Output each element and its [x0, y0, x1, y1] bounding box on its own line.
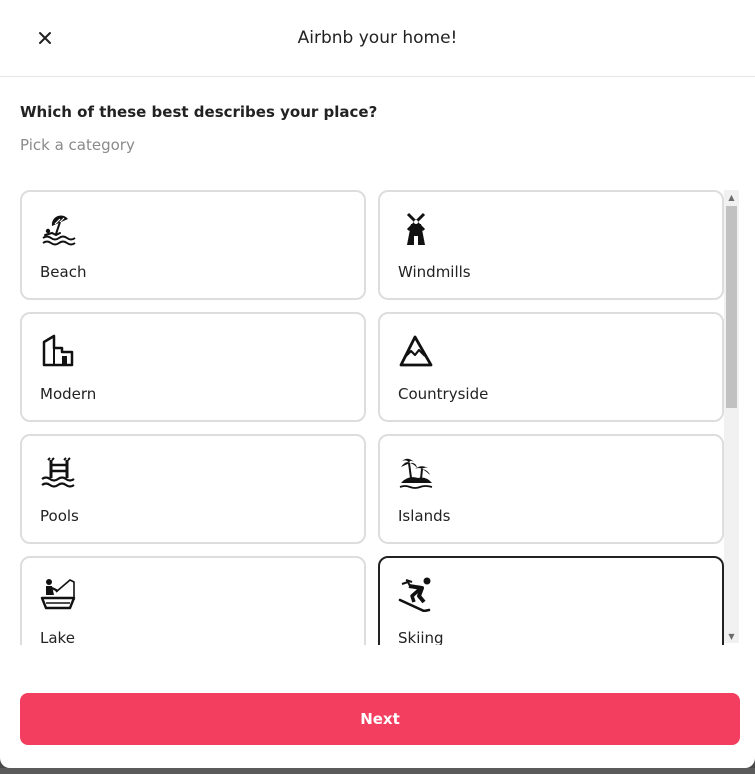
category-question: Which of these best describes your place… — [20, 103, 378, 121]
listing-modal: Airbnb your home! Which of these best de… — [0, 0, 755, 768]
category-label: Skiing — [398, 629, 444, 645]
category-card-modern[interactable]: Modern — [20, 312, 366, 422]
category-label: Modern — [40, 385, 97, 403]
category-card-countryside[interactable]: Countryside — [378, 312, 724, 422]
mountain-icon — [399, 335, 433, 367]
next-button[interactable]: Next — [20, 693, 740, 745]
category-hint: Pick a category — [20, 136, 135, 154]
category-card-lake[interactable]: Lake — [20, 556, 366, 645]
modal-header: Airbnb your home! — [0, 0, 755, 77]
windmill-icon — [406, 212, 426, 245]
scroll-up-arrow-icon[interactable]: ▲ — [724, 190, 739, 204]
skier-icon — [398, 577, 431, 612]
category-card-skiing[interactable]: Skiing — [378, 556, 724, 645]
backdrop-overlay — [0, 768, 755, 774]
category-label: Countryside — [398, 385, 489, 403]
category-label: Beach — [40, 263, 87, 281]
fishing-boat-icon — [40, 579, 76, 610]
category-grid: Beach Windmills Modern Countryside Pools… — [18, 188, 740, 645]
category-label: Windmills — [398, 263, 471, 281]
category-card-pools[interactable]: Pools — [20, 434, 366, 544]
category-card-islands[interactable]: Islands — [378, 434, 724, 544]
scrollbar-thumb[interactable] — [726, 206, 737, 408]
modal-title: Airbnb your home! — [297, 28, 458, 48]
category-card-windmills[interactable]: Windmills — [378, 190, 724, 300]
modern-building-icon — [42, 334, 74, 367]
scroll-down-arrow-icon[interactable]: ▼ — [724, 629, 739, 643]
category-label: Pools — [40, 507, 79, 525]
beach-umbrella-icon — [42, 215, 76, 246]
pool-ladder-icon — [41, 457, 75, 488]
category-label: Lake — [40, 629, 75, 645]
category-label: Islands — [398, 507, 451, 525]
category-scrollbar[interactable]: ▲ ▼ — [724, 190, 739, 643]
category-card-beach[interactable]: Beach — [20, 190, 366, 300]
island-palm-icon — [399, 458, 433, 489]
